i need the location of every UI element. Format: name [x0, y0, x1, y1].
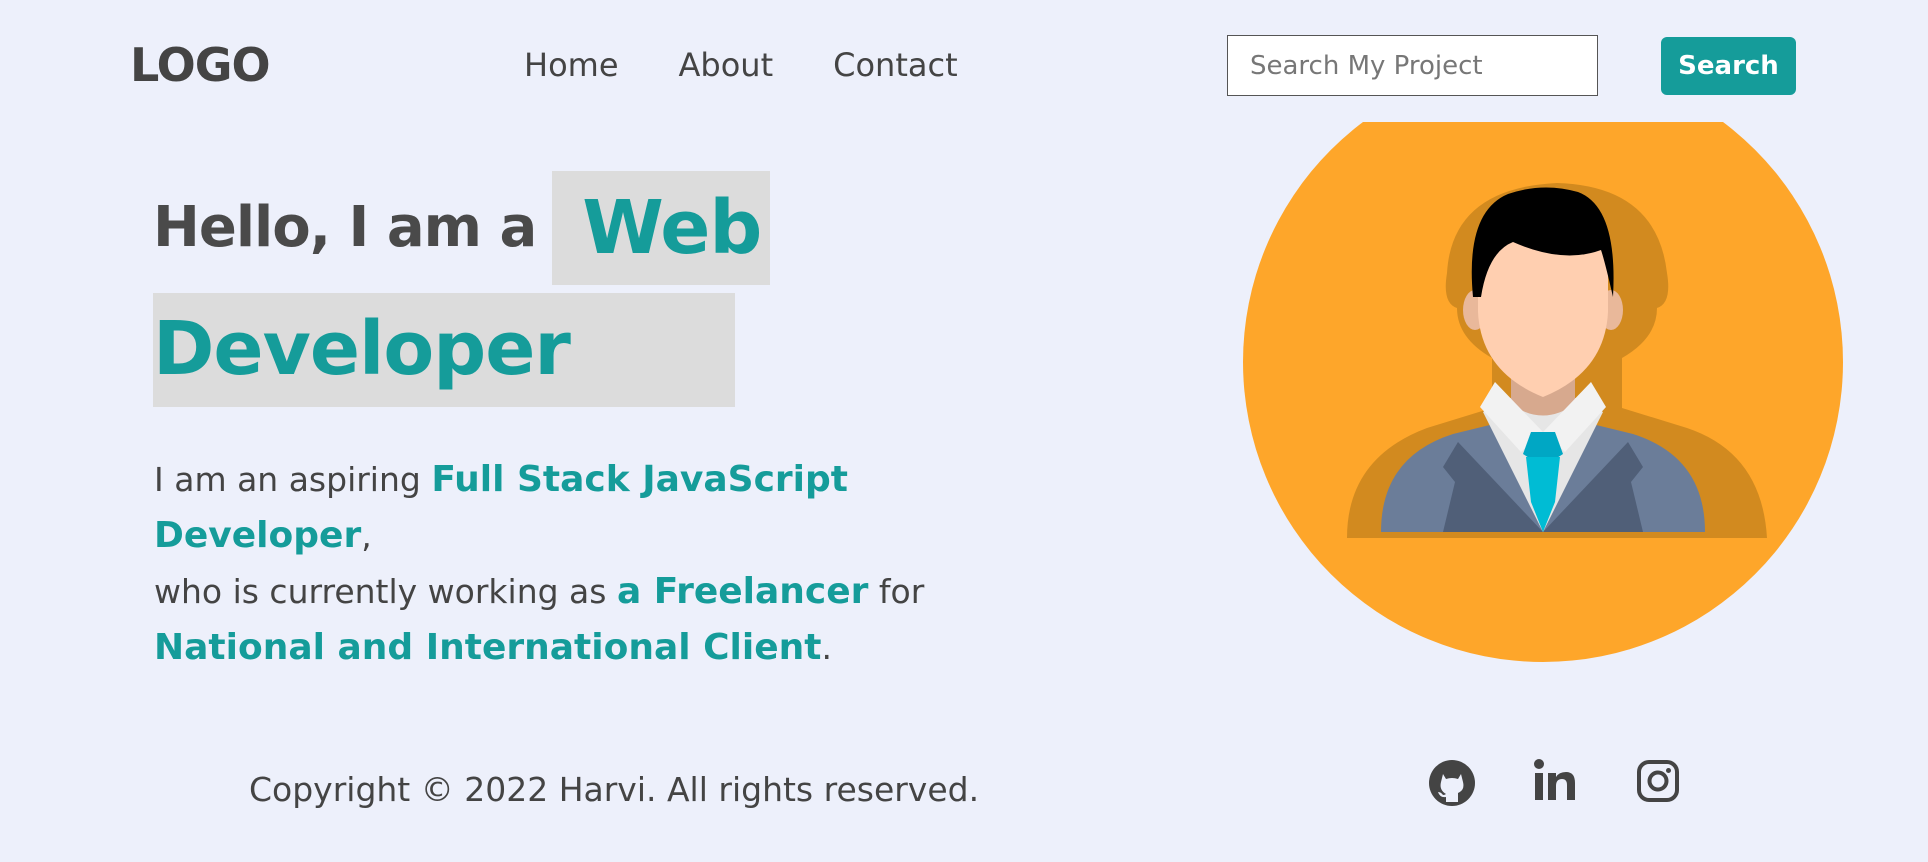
nav-link-contact[interactable]: Contact [833, 46, 958, 84]
intro-text-2: , [361, 516, 372, 555]
hero-title: Hello, I am a Web Developer [153, 170, 913, 407]
github-icon[interactable] [1428, 758, 1476, 812]
hero-role-developer: Developer [153, 293, 735, 407]
copyright-text: Copyright © 2022 Harvi. All rights reser… [249, 770, 980, 809]
developer-avatar-icon [1243, 122, 1843, 662]
hero-title-line1: Hello, I am a Web [153, 170, 913, 285]
hero-greeting: Hello, I am a [153, 195, 537, 260]
search-input[interactable] [1227, 35, 1598, 96]
intro-text-3: who is currently working as [154, 572, 617, 611]
nav-link-home[interactable]: Home [524, 46, 619, 84]
hero-role-web: Web [552, 170, 771, 285]
avatar-illustration [1243, 122, 1844, 662]
intro-highlight-freelancer: a Freelancer [616, 571, 869, 612]
intro-text-4: for [868, 572, 925, 611]
intro-highlight-clients: National and International Client [154, 627, 822, 668]
instagram-icon[interactable] [1636, 758, 1680, 808]
hero-intro: I am an aspiring Full Stack JavaScript De… [154, 452, 954, 676]
intro-text-5: . [821, 628, 832, 667]
linkedin-icon[interactable] [1533, 758, 1577, 808]
intro-text-1: I am an aspiring [154, 460, 432, 499]
nav-link-about[interactable]: About [679, 46, 774, 84]
search-button[interactable]: Search [1661, 37, 1796, 95]
main-nav: Home About Contact [524, 46, 958, 84]
logo[interactable]: LOGO [130, 38, 271, 92]
